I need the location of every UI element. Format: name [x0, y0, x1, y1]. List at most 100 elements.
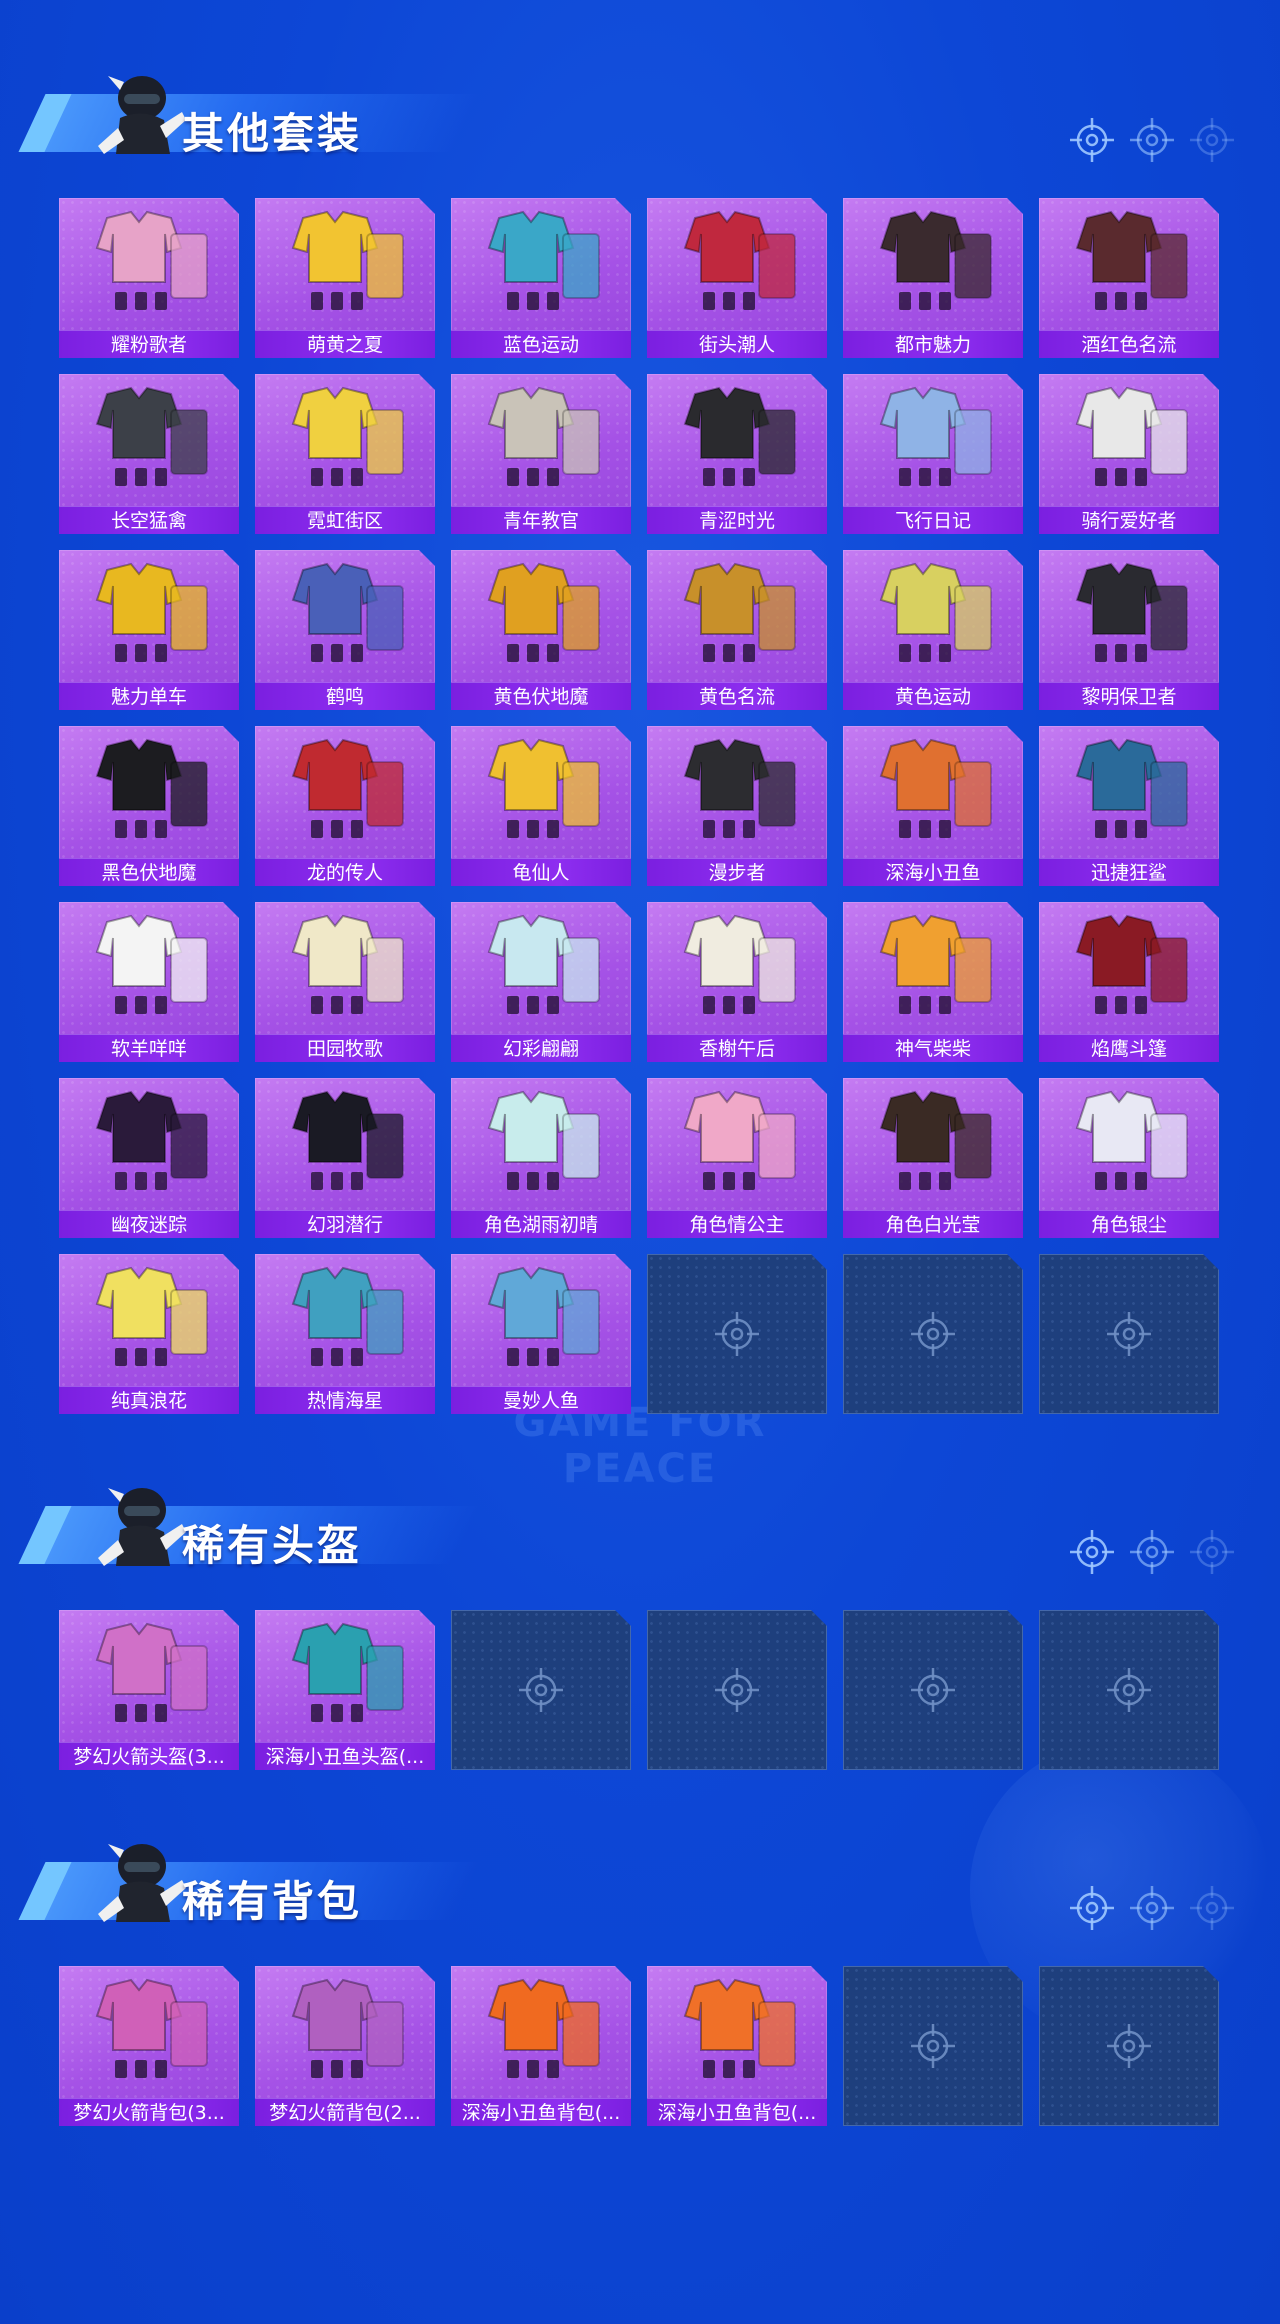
item-card[interactable]: 鹤鸣	[255, 550, 435, 710]
item-label: 长空猛禽	[59, 506, 239, 534]
item-card[interactable]: 长空猛禽	[59, 374, 239, 534]
item-card[interactable]: 骑行爱好者	[1039, 374, 1219, 534]
item-card[interactable]: 梦幻火箭背包(2...	[255, 1966, 435, 2126]
item-image	[863, 556, 1003, 672]
item-label: 骑行爱好者	[1039, 506, 1219, 534]
item-image	[275, 908, 415, 1024]
item-image	[275, 1084, 415, 1200]
item-image	[667, 732, 807, 848]
item-label: 飞行日记	[843, 506, 1023, 534]
item-card[interactable]: 黄色运动	[843, 550, 1023, 710]
item-card[interactable]: 幽夜迷踪	[59, 1078, 239, 1238]
item-image	[667, 1972, 807, 2088]
item-label: 酒红色名流	[1039, 330, 1219, 358]
item-card[interactable]: 黑色伏地魔	[59, 726, 239, 886]
header-decoration	[1068, 1528, 1258, 1588]
item-label: 黄色名流	[647, 682, 827, 710]
item-card[interactable]: 耀粉歌者	[59, 198, 239, 358]
item-image	[863, 732, 1003, 848]
item-label: 青涩时光	[647, 506, 827, 534]
item-label: 青年教官	[451, 506, 631, 534]
item-label: 曼妙人鱼	[451, 1386, 631, 1414]
item-card[interactable]: 幻彩翩翩	[451, 902, 631, 1062]
item-card[interactable]: 焰鹰斗篷	[1039, 902, 1219, 1062]
item-card[interactable]: 萌黄之夏	[255, 198, 435, 358]
item-image	[863, 908, 1003, 1024]
item-card[interactable]: 龟仙人	[451, 726, 631, 886]
empty-slot	[843, 1610, 1023, 1770]
item-card[interactable]: 深海小丑鱼	[843, 726, 1023, 886]
item-image	[79, 908, 219, 1024]
item-card[interactable]: 青涩时光	[647, 374, 827, 534]
item-label: 纯真浪花	[59, 1386, 239, 1414]
item-card[interactable]: 黄色名流	[647, 550, 827, 710]
item-card[interactable]: 街头潮人	[647, 198, 827, 358]
item-label: 耀粉歌者	[59, 330, 239, 358]
item-image	[275, 732, 415, 848]
item-card[interactable]: 角色湖雨初晴	[451, 1078, 631, 1238]
item-card[interactable]: 角色银尘	[1039, 1078, 1219, 1238]
item-image	[79, 1616, 219, 1732]
crosshair-icon	[1188, 1884, 1236, 1932]
item-card[interactable]: 魅力单车	[59, 550, 239, 710]
item-image	[471, 1972, 611, 2088]
item-card[interactable]: 软羊咩咩	[59, 902, 239, 1062]
soldier-mascot-icon	[90, 1836, 186, 1936]
item-card[interactable]: 龙的传人	[255, 726, 435, 886]
item-label: 焰鹰斗篷	[1039, 1034, 1219, 1062]
item-label: 梦幻火箭头盔(3...	[59, 1742, 239, 1770]
item-card[interactable]: 角色情公主	[647, 1078, 827, 1238]
empty-slot	[843, 1254, 1023, 1414]
item-label: 软羊咩咩	[59, 1034, 239, 1062]
item-card[interactable]: 迅捷狂鲨	[1039, 726, 1219, 886]
empty-slot	[647, 1254, 827, 1414]
item-label: 梦幻火箭背包(3...	[59, 2098, 239, 2126]
item-card[interactable]: 深海小丑鱼头盔(...	[255, 1610, 435, 1770]
item-label: 黎明保卫者	[1039, 682, 1219, 710]
item-card[interactable]: 飞行日记	[843, 374, 1023, 534]
item-image	[79, 204, 219, 320]
item-card[interactable]: 香榭午后	[647, 902, 827, 1062]
item-image	[863, 204, 1003, 320]
item-label: 蓝色运动	[451, 330, 631, 358]
item-grid: 梦幻火箭头盔(3... 深海小丑鱼头盔(...	[59, 1610, 1219, 1770]
item-card[interactable]: 田园牧歌	[255, 902, 435, 1062]
item-image	[471, 908, 611, 1024]
crosshair-icon	[1188, 116, 1236, 164]
item-card[interactable]: 深海小丑鱼背包(...	[647, 1966, 827, 2126]
item-card[interactable]: 深海小丑鱼背包(...	[451, 1966, 631, 2126]
item-image	[471, 380, 611, 496]
item-card[interactable]: 霓虹街区	[255, 374, 435, 534]
item-label: 迅捷狂鲨	[1039, 858, 1219, 886]
item-label: 萌黄之夏	[255, 330, 435, 358]
item-label: 黄色运动	[843, 682, 1023, 710]
item-card[interactable]: 酒红色名流	[1039, 198, 1219, 358]
section-title: 其他套装	[182, 109, 363, 158]
item-card[interactable]: 幻羽潜行	[255, 1078, 435, 1238]
item-image	[1059, 908, 1199, 1024]
empty-slot	[1039, 1610, 1219, 1770]
item-card[interactable]: 热情海星	[255, 1254, 435, 1414]
section-title: 稀有背包	[182, 1877, 363, 1926]
item-card[interactable]: 神气柴柴	[843, 902, 1023, 1062]
item-card[interactable]: 曼妙人鱼	[451, 1254, 631, 1414]
section-title: 稀有头盔	[182, 1521, 363, 1570]
item-card[interactable]: 黎明保卫者	[1039, 550, 1219, 710]
item-label: 深海小丑鱼	[843, 858, 1023, 886]
item-card[interactable]: 黄色伏地魔	[451, 550, 631, 710]
item-card[interactable]: 蓝色运动	[451, 198, 631, 358]
item-image	[1059, 732, 1199, 848]
item-label: 霓虹街区	[255, 506, 435, 534]
item-card[interactable]: 都市魅力	[843, 198, 1023, 358]
crosshair-icon	[1188, 1528, 1236, 1576]
item-image	[1059, 380, 1199, 496]
item-grid: 耀粉歌者 萌黄之夏 蓝色运动 街头潮人 都市魅力 酒红色名流长空猛禽 霓虹街区 青年教官 青涩时…	[59, 198, 1219, 1414]
item-card[interactable]: 角色白光莹	[843, 1078, 1023, 1238]
item-card[interactable]: 梦幻火箭背包(3...	[59, 1966, 239, 2126]
item-image	[1059, 556, 1199, 672]
item-card[interactable]: 梦幻火箭头盔(3...	[59, 1610, 239, 1770]
item-card[interactable]: 漫步者	[647, 726, 827, 886]
item-card[interactable]: 纯真浪花	[59, 1254, 239, 1414]
item-image	[275, 1972, 415, 2088]
item-card[interactable]: 青年教官	[451, 374, 631, 534]
